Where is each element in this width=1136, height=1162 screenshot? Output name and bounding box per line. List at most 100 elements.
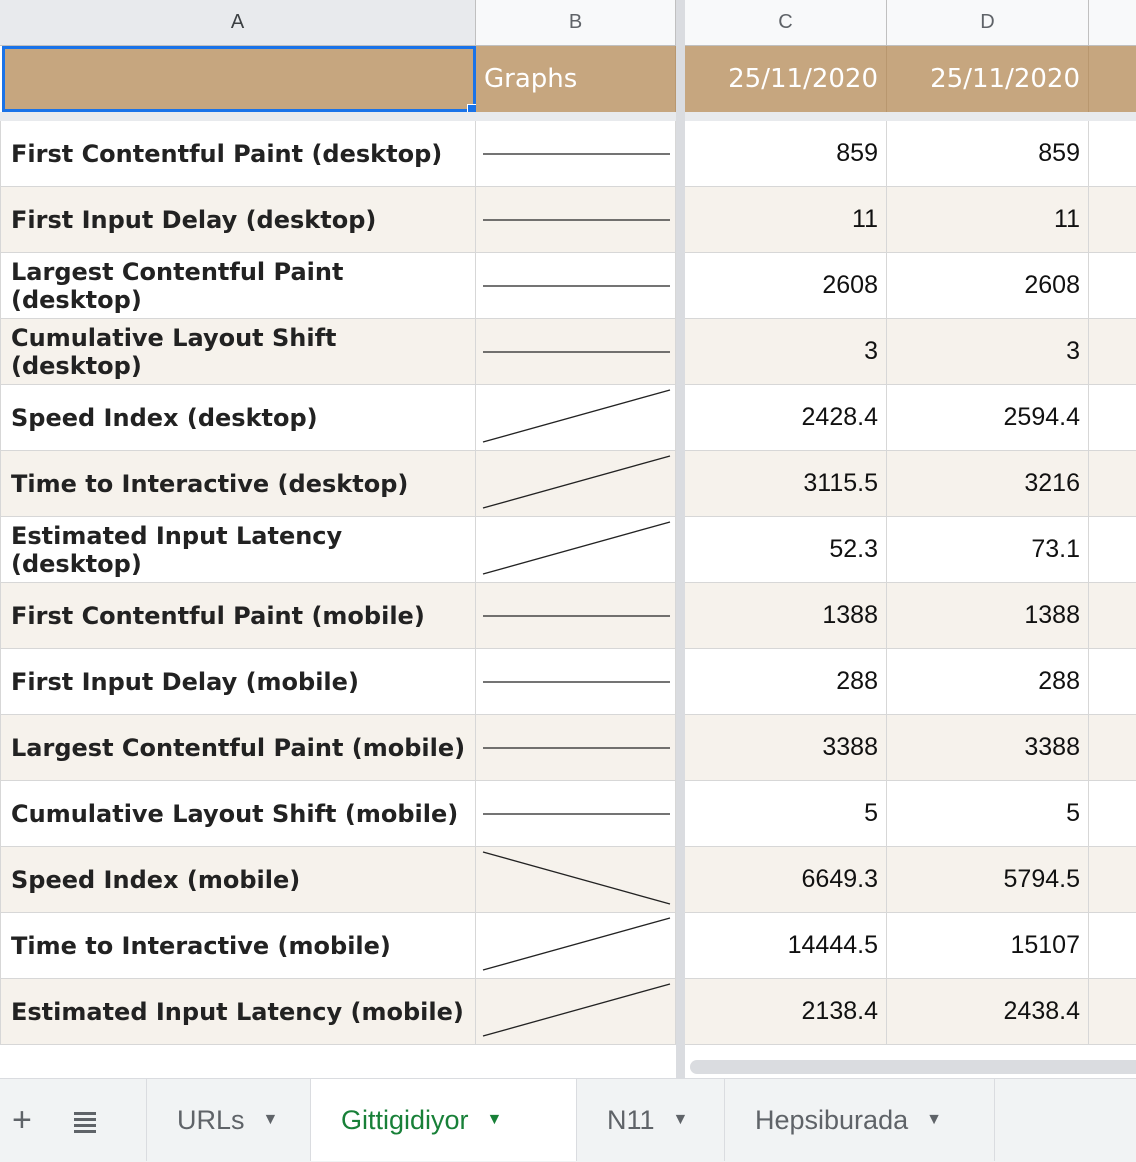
metric-label-cell[interactable]: Time to Interactive (mobile): [0, 913, 476, 979]
empty-cell-e[interactable]: [1089, 979, 1136, 1045]
metric-label-cell[interactable]: Speed Index (desktop): [0, 385, 476, 451]
value-cell-c[interactable]: 6649.3: [685, 847, 887, 913]
value-cell-c[interactable]: 52.3: [685, 517, 887, 583]
metric-label-cell[interactable]: First Contentful Paint (mobile): [0, 583, 476, 649]
sparkline-cell[interactable]: [476, 649, 676, 715]
value-cell-d[interactable]: 3216: [887, 451, 1089, 517]
sparkline-cell[interactable]: [476, 979, 676, 1045]
value-cell-c[interactable]: 2138.4: [685, 979, 887, 1045]
value-cell-d[interactable]: 2594.4: [887, 385, 1089, 451]
sheet-tab-urls[interactable]: URLs ▼: [146, 1079, 311, 1161]
sparkline-cell[interactable]: [476, 913, 676, 979]
value-cell-d[interactable]: 859: [887, 121, 1089, 187]
metric-label-cell[interactable]: Estimated Input Latency (mobile): [0, 979, 476, 1045]
metric-label-cell[interactable]: Speed Index (mobile): [0, 847, 476, 913]
sheet-tab-n11[interactable]: N11 ▼: [577, 1079, 725, 1161]
metric-label-cell[interactable]: First Input Delay (desktop): [0, 187, 476, 253]
chevron-down-icon[interactable]: ▼: [487, 1111, 503, 1129]
empty-cell-e[interactable]: [1089, 385, 1136, 451]
value-cell-c[interactable]: 1388: [685, 583, 887, 649]
empty-cell-e[interactable]: [1089, 847, 1136, 913]
sheet-list-icon[interactable]: [72, 1105, 98, 1144]
sparkline-cell[interactable]: [476, 715, 676, 781]
sparkline-cell[interactable]: [476, 781, 676, 847]
scrollbar-thumb[interactable]: [690, 1060, 1136, 1074]
value-cell-d[interactable]: 5794.5: [887, 847, 1089, 913]
value-cell-d[interactable]: 73.1: [887, 517, 1089, 583]
sparkline-cell[interactable]: [476, 319, 676, 385]
metric-label-cell[interactable]: Cumulative Layout Shift (desktop): [0, 319, 476, 385]
sparkline-cell[interactable]: [476, 517, 676, 583]
chevron-down-icon[interactable]: ▼: [263, 1111, 279, 1129]
column-header-e[interactable]: [1089, 0, 1136, 46]
empty-cell-e[interactable]: [1089, 649, 1136, 715]
value-cell-d[interactable]: 2608: [887, 253, 1089, 319]
header-cell-a-selected[interactable]: [2, 46, 476, 112]
sparkline-cell[interactable]: [476, 583, 676, 649]
sparkline-cell[interactable]: [476, 451, 676, 517]
value-cell-c[interactable]: 3115.5: [685, 451, 887, 517]
metric-label-cell[interactable]: Estimated Input Latency (desktop): [0, 517, 476, 583]
frozen-rows-divider[interactable]: [0, 112, 1136, 121]
sparkline-cell[interactable]: [476, 187, 676, 253]
chevron-down-icon[interactable]: ▼: [926, 1111, 942, 1129]
column-header-d[interactable]: D: [887, 0, 1089, 46]
header-cell-graphs[interactable]: Graphs: [476, 46, 676, 112]
empty-cell-e[interactable]: [1089, 121, 1136, 187]
value-cell-d[interactable]: 3: [887, 319, 1089, 385]
metric-label-cell[interactable]: First Input Delay (mobile): [0, 649, 476, 715]
header-cell-e[interactable]: [1089, 46, 1136, 112]
horizontal-scrollbar[interactable]: [686, 1056, 1136, 1076]
value-cell-c[interactable]: 5: [685, 781, 887, 847]
value-cell-d[interactable]: 1388: [887, 583, 1089, 649]
value-cell-d[interactable]: 3388: [887, 715, 1089, 781]
column-header-c[interactable]: C: [685, 0, 887, 46]
value-cell-d[interactable]: 15107: [887, 913, 1089, 979]
value-cell-c[interactable]: 859: [685, 121, 887, 187]
plus-icon[interactable]: +: [12, 1101, 32, 1140]
sparkline-cell[interactable]: [476, 847, 676, 913]
value-cell-d[interactable]: 288: [887, 649, 1089, 715]
table-row: Time to Interactive (mobile) 14444.5 15107: [0, 913, 1136, 979]
sheet-tab-label: Hepsiburada: [755, 1104, 909, 1135]
value-cell-d[interactable]: 11: [887, 187, 1089, 253]
header-cell-date-d[interactable]: 25/11/2020: [887, 46, 1089, 112]
metric-label-cell[interactable]: Largest Contentful Paint (mobile): [0, 715, 476, 781]
metric-label-cell[interactable]: Cumulative Layout Shift (mobile): [0, 781, 476, 847]
value-cell-c[interactable]: 2608: [685, 253, 887, 319]
sparkline-cell[interactable]: [476, 253, 676, 319]
metric-label-cell[interactable]: First Contentful Paint (desktop): [0, 121, 476, 187]
empty-cell-e[interactable]: [1089, 781, 1136, 847]
value-cell-c[interactable]: 3388: [685, 715, 887, 781]
empty-cell-e[interactable]: [1089, 253, 1136, 319]
empty-cell-e[interactable]: [1089, 451, 1136, 517]
empty-cell-e[interactable]: [1089, 715, 1136, 781]
value-cell-c[interactable]: 14444.5: [685, 913, 887, 979]
sparkline-line: [482, 851, 671, 905]
metric-label-cell[interactable]: Largest Contentful Paint (desktop): [0, 253, 476, 319]
sparkline-line: [482, 389, 671, 443]
column-header-a[interactable]: A: [0, 0, 476, 46]
empty-cell-e[interactable]: [1089, 319, 1136, 385]
metric-label-cell[interactable]: Time to Interactive (desktop): [0, 451, 476, 517]
chevron-down-icon[interactable]: ▼: [673, 1111, 689, 1129]
sheet-tab-gittigidiyor[interactable]: Gittigidiyor ▼: [311, 1079, 577, 1161]
column-header-b[interactable]: B: [476, 0, 676, 46]
value-cell-c[interactable]: 11: [685, 187, 887, 253]
value-cell-c[interactable]: 3: [685, 319, 887, 385]
sparkline-cell[interactable]: [476, 121, 676, 187]
sheet-tab-hepsiburada[interactable]: Hepsiburada ▼: [725, 1079, 995, 1161]
frozen-columns-divider[interactable]: [676, 0, 685, 1078]
sparkline-cell[interactable]: [476, 385, 676, 451]
empty-cell-e[interactable]: [1089, 187, 1136, 253]
empty-cell-e[interactable]: [1089, 517, 1136, 583]
empty-cell-e[interactable]: [1089, 583, 1136, 649]
sparkline-chart: [482, 851, 671, 905]
header-cell-date-c[interactable]: 25/11/2020: [685, 46, 887, 112]
table-row: Estimated Input Latency (desktop) 52.3 73.…: [0, 517, 1136, 583]
value-cell-d[interactable]: 2438.4: [887, 979, 1089, 1045]
value-cell-d[interactable]: 5: [887, 781, 1089, 847]
value-cell-c[interactable]: 2428.4: [685, 385, 887, 451]
empty-cell-e[interactable]: [1089, 913, 1136, 979]
value-cell-c[interactable]: 288: [685, 649, 887, 715]
